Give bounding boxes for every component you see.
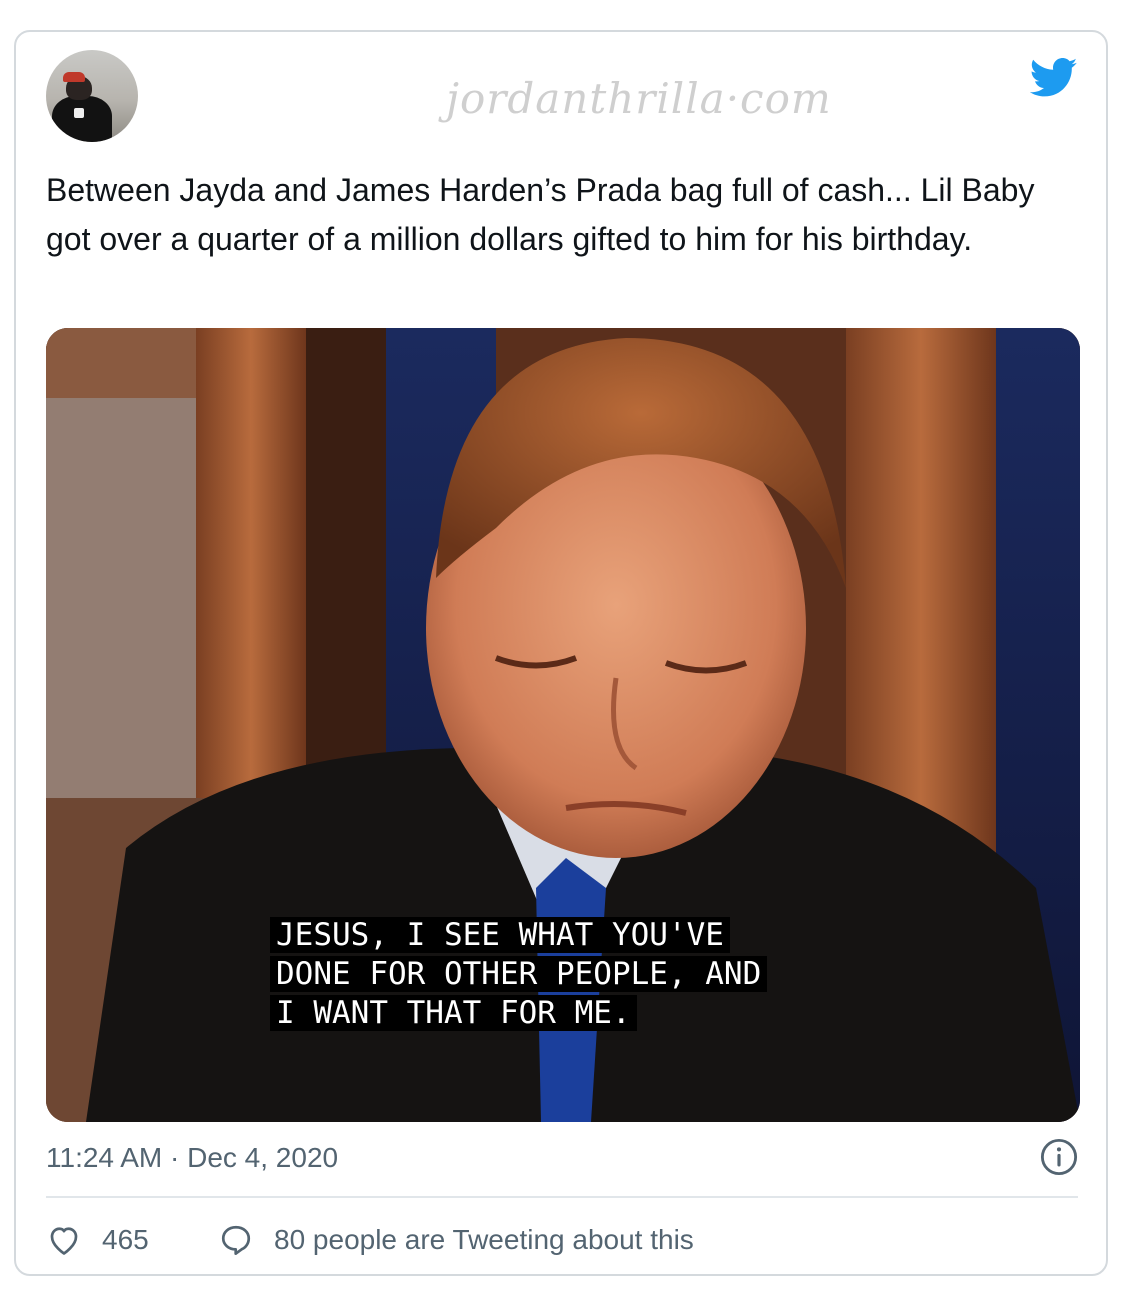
like-count: 465 bbox=[102, 1224, 149, 1255]
media-caption: JESUS, I SEE WHAT YOU'VE DONE FOR OTHER … bbox=[270, 916, 768, 1033]
info-icon[interactable] bbox=[1040, 1138, 1078, 1176]
heart-icon[interactable] bbox=[46, 1222, 82, 1258]
tweet-media-image[interactable]: JESUS, I SEE WHAT YOU'VE DONE FOR OTHER … bbox=[46, 328, 1080, 1122]
like-action[interactable]: 465 bbox=[46, 1222, 149, 1258]
avatar-figure-cap bbox=[63, 72, 85, 82]
tweeting-about-action[interactable]: 80 people are Tweeting about this bbox=[218, 1222, 694, 1258]
avatar-figure-mark bbox=[74, 108, 84, 118]
speech-bubble-icon[interactable] bbox=[218, 1222, 254, 1258]
tweeting-about-label: 80 people are Tweeting about this bbox=[274, 1224, 694, 1255]
twitter-bird-icon[interactable] bbox=[1030, 58, 1078, 98]
tweet-card: jordanthrilla·com Between Jayda and Jame… bbox=[14, 30, 1108, 1276]
tweet-text: Between Jayda and James Harden’s Prada b… bbox=[46, 172, 1035, 257]
avatar-figure-body bbox=[52, 96, 112, 142]
caption-line: I WANT THAT FOR ME. bbox=[270, 995, 637, 1031]
tweet-timestamp[interactable]: 11:24 AM · Dec 4, 2020 bbox=[46, 1142, 338, 1174]
caption-line: JESUS, I SEE WHAT YOU'VE bbox=[270, 917, 730, 953]
divider bbox=[46, 1196, 1078, 1198]
user-avatar[interactable] bbox=[46, 50, 138, 142]
caption-line: DONE FOR OTHER PEOPLE, AND bbox=[270, 956, 768, 992]
watermark: jordanthrilla·com bbox=[446, 74, 832, 123]
